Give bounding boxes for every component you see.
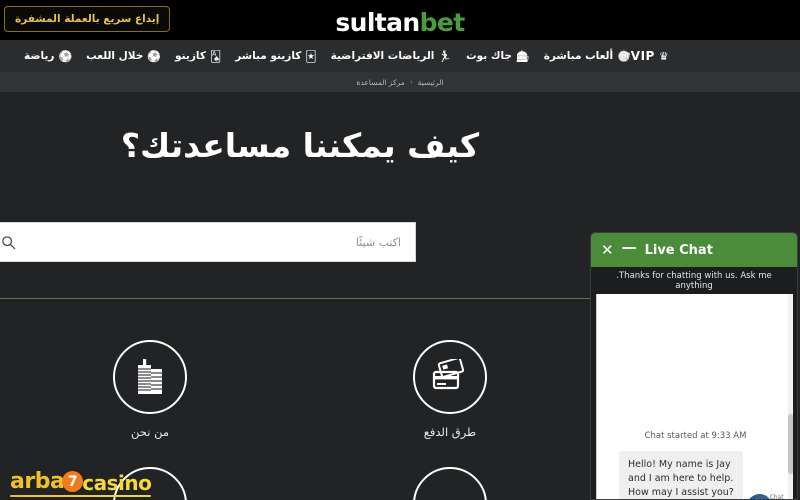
watermark-text-arba: arba (10, 469, 65, 494)
site-logo[interactable]: sultanbet (0, 8, 800, 37)
help-search-box[interactable] (0, 222, 416, 262)
buildings-icon (113, 340, 187, 414)
live-chat-message-area[interactable]: Chat started at 9:33 AM Hello! My name i… (596, 294, 793, 500)
category-payment-methods[interactable]: طرق الدفع (300, 340, 600, 439)
live-chat-widget: ✕ — Live Chat .Thanks for chatting with … (590, 232, 798, 500)
nav-item-casino[interactable]: 🂡 كازينو (175, 50, 221, 62)
nav-label-jackpot: جاك بوت (466, 50, 512, 62)
page-title: كيف يمكننا مساعدتك؟ (120, 126, 480, 165)
live-games-icon: 🎯 (617, 49, 631, 63)
nav-item-jackpot[interactable]: 🎰 جاك بوت (466, 50, 530, 62)
live-chat-subtitle: .Thanks for chatting with us. Ask me any… (616, 270, 772, 291)
nav-item-sports[interactable]: ⚽ رياضة (24, 50, 72, 62)
live-chat-title: Live Chat (644, 242, 713, 258)
nav-label-virtual-sports: الرياضات الافتراضية (330, 50, 435, 62)
minimize-icon[interactable]: — (622, 239, 637, 255)
breadcrumb-separator: › (409, 78, 413, 86)
section-divider (0, 298, 592, 299)
category-placeholder-3[interactable] (300, 467, 600, 500)
nav-item-virtual-sports[interactable]: 🏃 الرياضات الافتراضية (331, 50, 452, 62)
watermark-text-casino: casino (82, 471, 152, 495)
close-icon[interactable]: ✕ (601, 242, 614, 258)
logo-text-sultan: sultan (335, 8, 420, 37)
nav-item-vip[interactable]: ♛ VIP (631, 49, 669, 63)
nav-item-live-casino[interactable]: 🃏 كازينو مباشر (235, 50, 316, 62)
live-chat-header: ✕ — Live Chat (591, 233, 797, 267)
nav-item-in-play[interactable]: ⚽ خلال اللعب (86, 50, 161, 62)
agent-message-bubble: Hello! My name is Jay and I am here to h… (619, 451, 743, 499)
nav-label-vip: VIP (630, 49, 655, 63)
runner-icon: 🏃 (438, 49, 453, 63)
arba7casino-watermark: arba 7 casino (10, 469, 152, 497)
nav-label-casino: كازينو (175, 50, 206, 62)
breadcrumb-bar: الرئيسية › مركز المساعدة (0, 72, 800, 92)
cards-icon: 🂡 (209, 49, 222, 63)
page-root: إيداع سريع بالعملة المشفرة sultanbet ⚽ ر… (0, 0, 800, 500)
search-icon[interactable] (0, 223, 23, 261)
breadcrumb-current: مركز المساعدة (356, 77, 405, 87)
logo-text-bet: bet (419, 8, 466, 37)
breadcrumb: الرئيسية › مركز المساعدة (357, 78, 444, 87)
nav-label-live-games: ألعاب مباشرة (543, 50, 614, 62)
category-label-about-us: من نحن (131, 425, 169, 439)
nav-item-live-games[interactable]: 🎯 ألعاب مباشرة (544, 50, 631, 62)
breadcrumb-home-link[interactable]: الرئيسية (418, 78, 444, 87)
nav-label-sports: رياضة (24, 50, 55, 62)
crown-icon: ♛ (658, 49, 669, 63)
live-casino-icon: 🃏 (305, 49, 317, 63)
soccer-ball-icon: ⚽ (147, 49, 162, 63)
watermark-seven-badge: 7 (62, 471, 84, 492)
soccer-ball-icon: ⚽ (58, 49, 73, 63)
watermark-underline (10, 495, 152, 497)
chat-scrollbar[interactable] (788, 294, 793, 499)
credit-cards-icon (413, 340, 487, 414)
chat-started-timestamp: Chat started at 9:33 AM (644, 431, 747, 441)
category-icon-placeholder (413, 467, 487, 500)
jackpot-icon: 🎰 (515, 49, 530, 63)
category-label-payment-methods: طرق الدفع (423, 425, 477, 439)
main-navigation: ⚽ رياضة ⚽ خلال اللعب 🂡 كازينو 🃏 كازينو م… (0, 40, 800, 72)
search-input[interactable] (23, 223, 415, 261)
agent-caption: Live Chat (755, 494, 784, 500)
category-about-us[interactable]: من نحن (0, 340, 300, 439)
nav-label-live-casino: كازينو مباشر (235, 50, 302, 62)
nav-label-in-play: خلال اللعب (86, 50, 144, 62)
chat-scrollbar-thumb[interactable] (788, 414, 793, 474)
top-bar: إيداع سريع بالعملة المشفرة sultanbet (0, 0, 800, 40)
